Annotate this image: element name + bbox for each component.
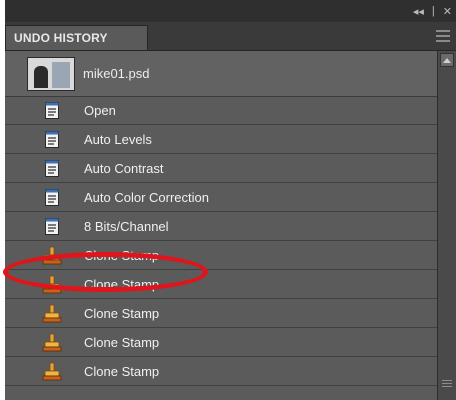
history-item-label: 8 Bits/Channel <box>84 218 169 234</box>
document-icon <box>45 189 59 206</box>
clone-stamp-icon <box>42 246 62 265</box>
clone-stamp-icon <box>42 333 62 352</box>
controls-separator: | <box>431 5 435 17</box>
history-item[interactable]: Clone Stamp <box>5 299 437 328</box>
history-item-label: Open <box>84 102 116 118</box>
scroll-up-arrow-icon[interactable] <box>440 53 454 67</box>
panel-top-strip: ◂◂ | ✕ <box>5 0 456 23</box>
snapshot-filename: mike01.psd <box>83 66 150 81</box>
history-item-label: Auto Color Correction <box>84 189 209 205</box>
panel-controls: ◂◂ | ✕ <box>409 0 456 22</box>
history-item[interactable]: Auto Contrast <box>5 154 437 183</box>
scroll-grip-icon[interactable] <box>442 380 452 394</box>
history-item[interactable]: Clone Stamp <box>5 270 437 299</box>
clone-stamp-icon <box>42 362 62 381</box>
panel-tab-bar: UNDO HISTORY <box>5 22 456 51</box>
history-list: mike01.psd Open Auto Levels Auto Contras… <box>5 51 437 400</box>
history-item[interactable]: Open <box>5 96 437 125</box>
panel-menu-icon[interactable] <box>436 30 450 42</box>
photo-thumbnail-icon <box>27 56 75 91</box>
history-scrollbar[interactable] <box>437 51 456 400</box>
history-item[interactable]: Auto Levels <box>5 125 437 154</box>
history-item[interactable]: 8 Bits/Channel <box>5 212 437 241</box>
history-item[interactable]: Auto Color Correction <box>5 183 437 212</box>
history-item-label: Clone Stamp <box>84 276 160 292</box>
clone-stamp-icon <box>42 304 62 323</box>
history-item[interactable]: Clone Stamp <box>5 328 437 357</box>
tab-undo-history[interactable]: UNDO HISTORY <box>5 25 148 50</box>
history-item-label: Clone Stamp <box>84 334 160 350</box>
history-item-label: Auto Levels <box>84 131 152 147</box>
history-item-label: Clone Stamp <box>84 305 160 321</box>
history-item-label: Clone Stamp <box>84 363 160 379</box>
collapse-icon[interactable]: ◂◂ <box>409 5 428 18</box>
document-icon <box>45 131 59 148</box>
history-item-label: Auto Contrast <box>84 160 164 176</box>
document-icon <box>45 102 59 119</box>
document-icon <box>45 160 59 177</box>
history-item-label: Clone Stamp <box>84 247 160 263</box>
close-icon[interactable]: ✕ <box>439 5 456 18</box>
clone-stamp-icon <box>42 275 62 294</box>
history-item[interactable]: Clone Stamp <box>5 241 437 270</box>
undo-history-panel: ◂◂ | ✕ UNDO HISTORY mike01.psd Open Auto… <box>5 0 456 400</box>
history-item[interactable]: Clone Stamp <box>5 357 437 386</box>
document-icon <box>45 218 59 235</box>
snapshot-row[interactable]: mike01.psd <box>5 51 437 97</box>
